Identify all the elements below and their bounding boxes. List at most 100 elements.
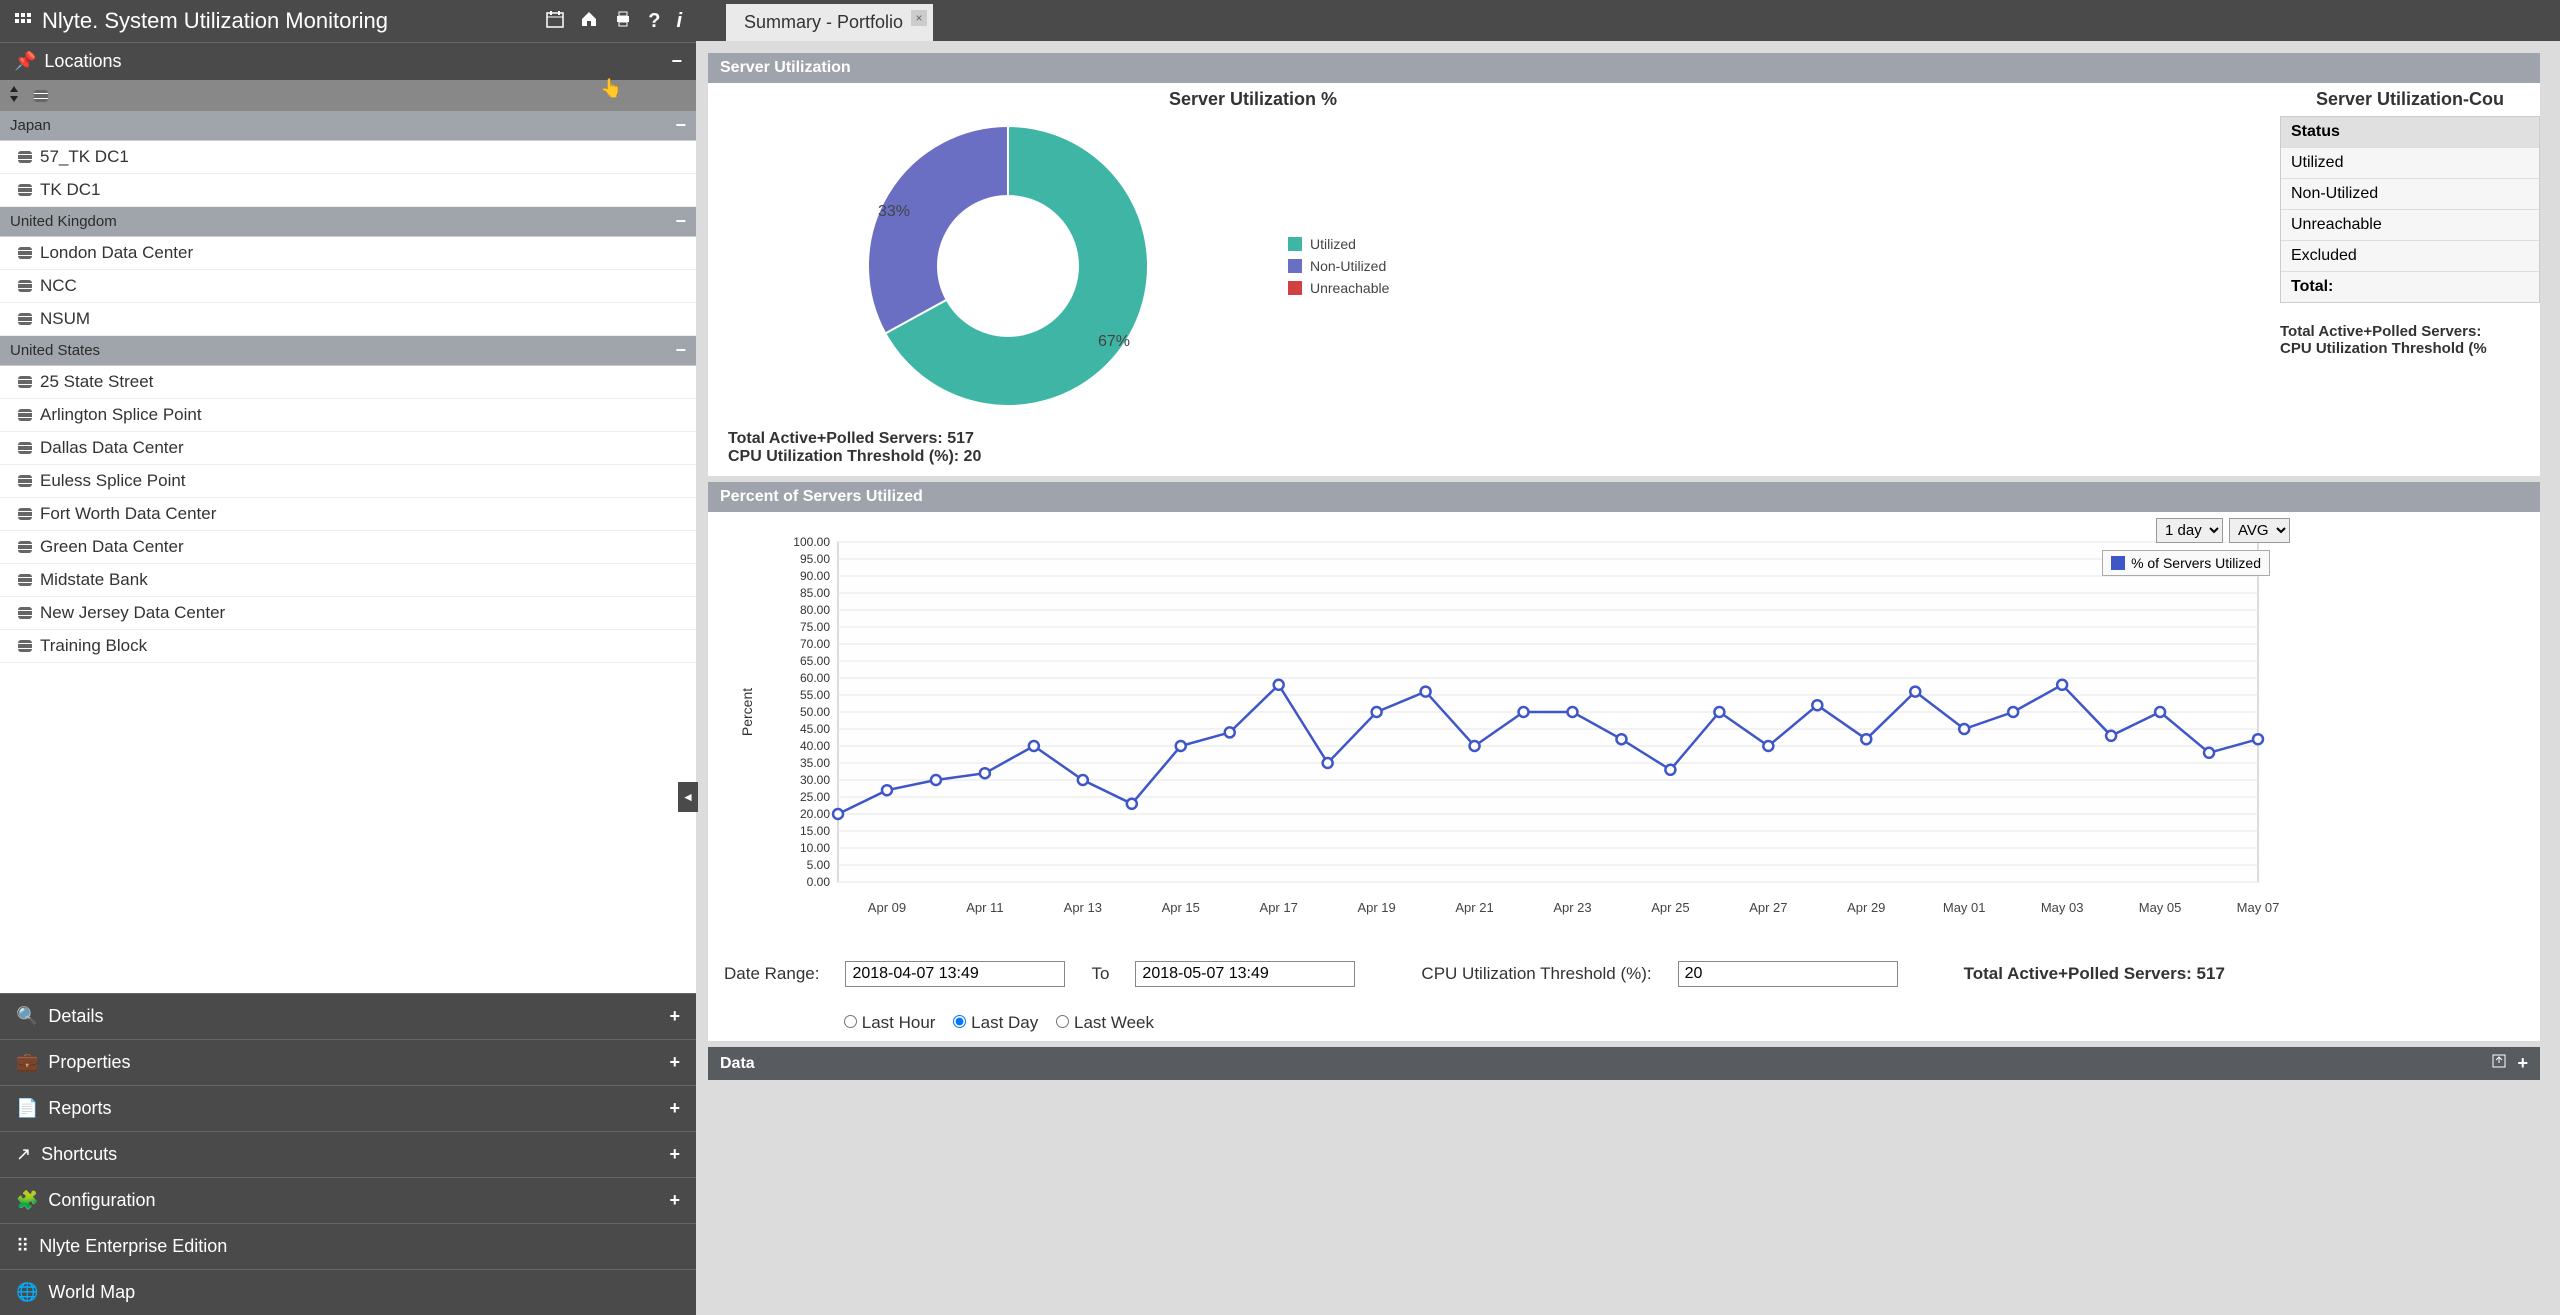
print-icon[interactable]	[614, 10, 632, 33]
location-item[interactable]: NSUM	[0, 303, 696, 336]
database-icon	[18, 151, 32, 163]
to-label: To	[1091, 964, 1109, 984]
location-label: TK DC1	[40, 180, 100, 200]
location-item[interactable]: Arlington Splice Point	[0, 399, 696, 432]
database-icon	[18, 280, 32, 292]
svg-text:Apr 13: Apr 13	[1064, 900, 1102, 915]
location-item[interactable]: London Data Center	[0, 237, 696, 270]
export-icon[interactable]	[2491, 1053, 2507, 1074]
status-row: Unreachable	[2281, 209, 2539, 240]
svg-text:40.00: 40.00	[800, 739, 830, 753]
grip-icon	[14, 12, 32, 30]
location-item[interactable]: 57_TK DC1	[0, 141, 696, 174]
home-icon[interactable]	[580, 10, 598, 33]
database-icon	[18, 541, 32, 553]
database-icon	[18, 376, 32, 388]
accordion-nlyte-enterprise-edition[interactable]: ⠿Nlyte Enterprise Edition	[0, 1223, 696, 1269]
locations-panel-head[interactable]: 📌Locations −	[0, 42, 696, 80]
plus-icon[interactable]: +	[669, 1190, 680, 1211]
svg-text:30.00: 30.00	[800, 773, 830, 787]
close-icon[interactable]: ×	[911, 10, 927, 26]
section-data: Data +	[708, 1047, 2540, 1080]
legend-unreachable: Unreachable	[1310, 280, 1389, 296]
svg-text:35.00: 35.00	[800, 756, 830, 770]
radio-label: Last Week	[1074, 1013, 1154, 1032]
location-item[interactable]: Dallas Data Center	[0, 432, 696, 465]
minus-icon[interactable]: −	[671, 51, 682, 72]
location-label: Dallas Data Center	[40, 438, 184, 458]
plus-icon[interactable]: +	[669, 1006, 680, 1027]
svg-text:90.00: 90.00	[800, 569, 830, 583]
tab-summary-portfolio[interactable]: Summary - Portfolio ×	[726, 4, 933, 41]
database-icon[interactable]	[34, 90, 48, 102]
database-icon	[18, 574, 32, 586]
svg-text:May 05: May 05	[2139, 900, 2182, 915]
location-item[interactable]: 25 State Street	[0, 366, 696, 399]
accordion-reports[interactable]: 📄Reports+	[0, 1085, 696, 1131]
region-united-kingdom[interactable]: United Kingdom−	[0, 207, 696, 237]
region-united-states[interactable]: United States−	[0, 336, 696, 366]
location-label: 25 State Street	[40, 372, 153, 392]
document-icon: 📄	[16, 1098, 38, 1119]
database-icon	[18, 313, 32, 325]
cpu-threshold-label: CPU Utilization Threshold (%):	[1421, 964, 1651, 984]
location-item[interactable]: TK DC1	[0, 174, 696, 207]
svg-text:85.00: 85.00	[800, 586, 830, 600]
status-table: Status Utilized Non-Utilized Unreachable…	[2280, 116, 2540, 303]
svg-text:Apr 11: Apr 11	[966, 900, 1003, 915]
location-item[interactable]: Green Data Center	[0, 531, 696, 564]
svg-text:60.00: 60.00	[800, 671, 830, 685]
data-section-label: Data	[720, 1055, 755, 1073]
minus-icon[interactable]: −	[675, 115, 686, 136]
region-japan[interactable]: Japan−	[0, 111, 696, 141]
svg-text:Apr 17: Apr 17	[1260, 900, 1298, 915]
accordion-configuration[interactable]: 🧩Configuration+	[0, 1177, 696, 1223]
accordion-world-map[interactable]: 🌐World Map	[0, 1269, 696, 1315]
svg-text:50.00: 50.00	[800, 705, 830, 719]
radio-last-day[interactable]: Last Day	[953, 1013, 1038, 1033]
svg-text:May 01: May 01	[1943, 900, 1986, 915]
accordion-details[interactable]: 🔍Details+	[0, 993, 696, 1039]
location-item[interactable]: Midstate Bank	[0, 564, 696, 597]
accordion-shortcuts[interactable]: ↗Shortcuts+	[0, 1131, 696, 1177]
collapse-sidebar-button[interactable]: ◄	[678, 782, 698, 812]
globe-icon: 🌐	[16, 1282, 38, 1303]
location-item[interactable]: Training Block	[0, 630, 696, 663]
date-from-input[interactable]	[845, 961, 1065, 987]
plus-icon[interactable]: +	[669, 1144, 680, 1165]
radio-last-week[interactable]: Last Week	[1056, 1013, 1154, 1033]
period-select[interactable]: 1 day	[2156, 518, 2223, 543]
svg-text:Apr 09: Apr 09	[868, 900, 906, 915]
plus-icon[interactable]: +	[669, 1052, 680, 1073]
sort-icon[interactable]	[10, 86, 24, 105]
location-item[interactable]: Fort Worth Data Center	[0, 498, 696, 531]
swatch-nonutilized	[1288, 259, 1302, 273]
location-item[interactable]: Euless Splice Point	[0, 465, 696, 498]
app-header: Nlyte. System Utilization Monitoring ? i	[0, 0, 696, 42]
radio-last-hour[interactable]: Last Hour	[844, 1013, 935, 1033]
donut-title: Server Utilization %	[728, 89, 1778, 110]
tabbar: Summary - Portfolio ×	[696, 0, 2560, 41]
legend-nonutilized: Non-Utilized	[1310, 258, 1386, 274]
expand-icon[interactable]: +	[2517, 1053, 2528, 1074]
date-to-input[interactable]	[1135, 961, 1355, 987]
location-item[interactable]: NCC	[0, 270, 696, 303]
cpu-threshold-input[interactable]	[1678, 961, 1898, 987]
status-total: Total:	[2281, 271, 2539, 302]
database-icon	[18, 640, 32, 652]
location-item[interactable]: New Jersey Data Center	[0, 597, 696, 630]
minus-icon[interactable]: −	[675, 340, 686, 361]
controls-row: Date Range: To CPU Utilization Threshold…	[708, 953, 2540, 1041]
help-icon[interactable]: ?	[648, 10, 660, 33]
stats-total-servers: Total Active+Polled Servers: 517	[728, 430, 1778, 448]
locations-tree: Japan−57_TK DC1 TK DC1 United Kingdom−Lond…	[0, 111, 696, 993]
info-icon[interactable]: i	[676, 10, 682, 33]
plus-icon[interactable]: +	[669, 1098, 680, 1119]
aggregation-select[interactable]: AVG	[2229, 518, 2290, 543]
minus-icon[interactable]: −	[675, 211, 686, 232]
svg-text:Apr 21: Apr 21	[1455, 900, 1493, 915]
svg-text:Apr 15: Apr 15	[1162, 900, 1200, 915]
accordion-properties[interactable]: 💼Properties+	[0, 1039, 696, 1085]
svg-text:5.00: 5.00	[807, 858, 831, 872]
calendar-icon[interactable]	[546, 10, 564, 33]
